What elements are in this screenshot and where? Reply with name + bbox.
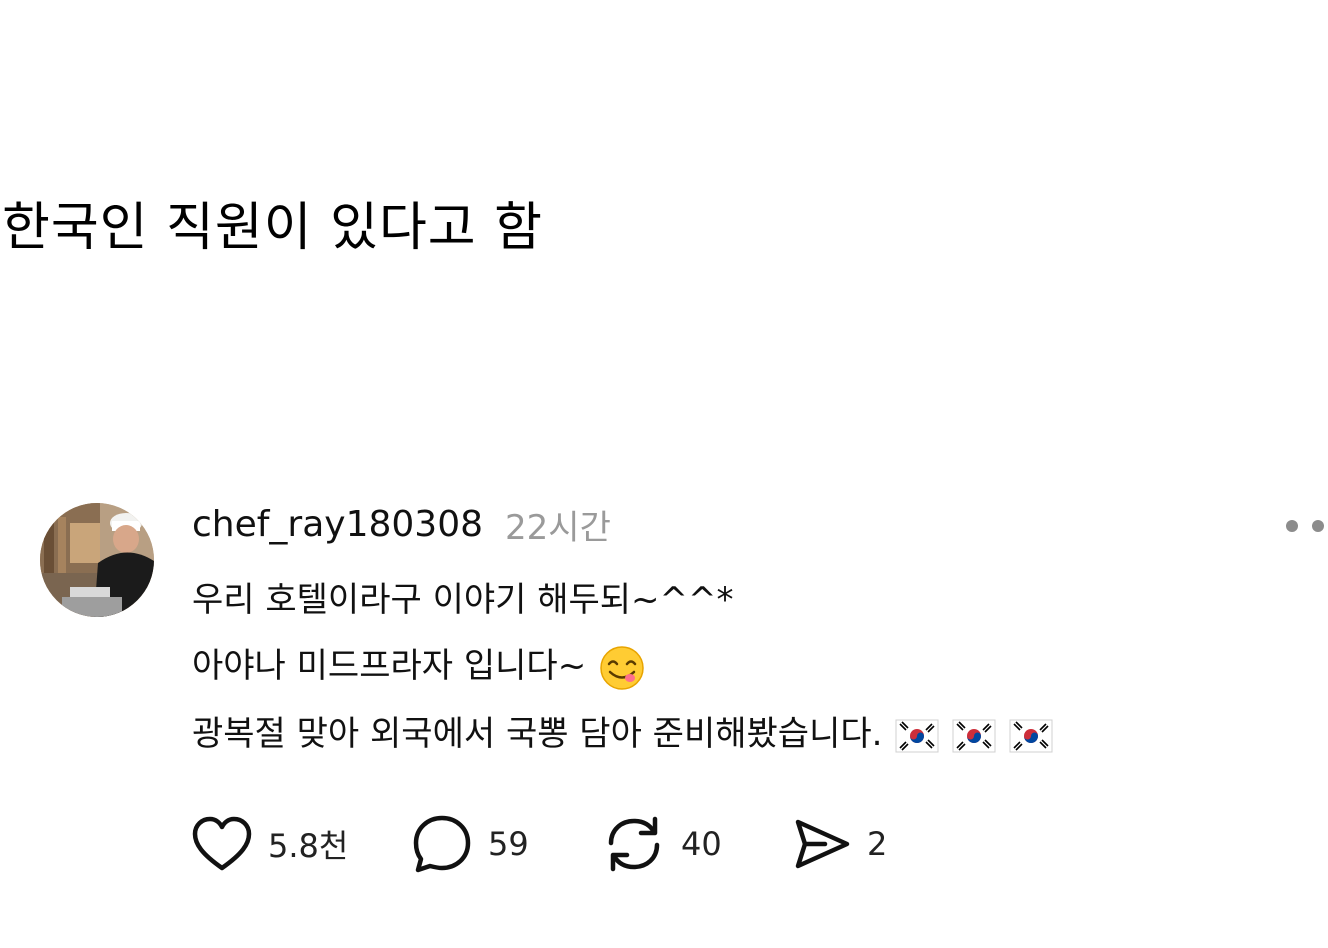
username-link[interactable]: chef_ray180308 [192,504,483,545]
more-dots-icon [1312,520,1324,532]
share-count: 2 [867,825,888,863]
speech-bubble-icon [413,815,471,873]
post-text-line-2: 아야나 미드프라자 입니다~ [192,646,587,686]
comment-count: 59 [488,825,529,863]
post-text-line-2-wrapper: 아야나 미드프라자 입니다~ [192,642,645,691]
korea-flag-emoji [1009,719,1053,752]
korea-flag-emoji [895,719,939,752]
post-text-line-3: 광복절 맞아 외국에서 국뽕 담아 준비해봤습니다. [192,714,883,754]
repost-count: 40 [681,825,722,863]
korea-flag-emoji [952,719,996,752]
post-meta: chef_ray180308 22시간 [192,500,611,548]
avatar[interactable] [40,503,154,617]
paper-plane-icon [795,819,850,869]
like-button[interactable]: 5.8천 [192,812,348,876]
post-timestamp: 22시간 [505,507,611,548]
post-text-line-1: 우리 호텔이라구 이야기 해두되~^^* [192,580,734,620]
repost-arrows-icon [608,816,660,872]
post-text-line-3-wrapper: 광복절 맞아 외국에서 국뽕 담아 준비해봤습니다. [192,710,1053,758]
comment-button[interactable]: 59 [412,812,529,876]
avatar-photo [40,503,154,617]
heart-icon [192,816,252,871]
more-dots-icon [1286,520,1298,532]
repost-button[interactable]: 40 [603,812,722,876]
smiling-face-savoring-food-emoji [600,645,644,690]
post-card: chef_ray180308 22시간 우리 호텔이라구 이야기 해두되~^^*… [0,0,1328,948]
like-count: 5.8천 [268,827,349,865]
share-button[interactable]: 2 [793,812,887,876]
more-options-button[interactable] [1286,518,1324,534]
